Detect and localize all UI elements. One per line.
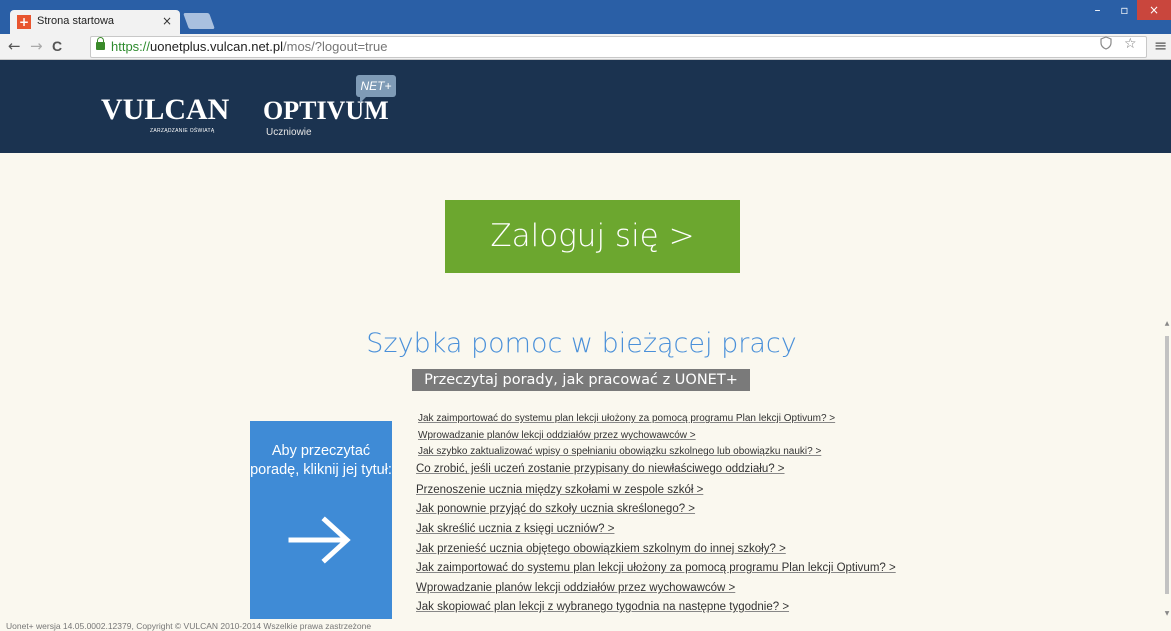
help-link[interactable]: Jak skopiować plan lekcji z wybranego ty… [416,601,789,613]
close-window-icon[interactable]: × [1137,0,1171,20]
vulcan-tagline: ZARZĄDZANIE OŚWIATĄ [150,128,215,134]
help-link[interactable]: Jak ponownie przyjąć do szkoły ucznia sk… [416,503,695,515]
help-info-text: Aby przeczytać poradę, kliknij jej tytuł… [250,443,392,478]
help-info-box: Aby przeczytać poradę, kliknij jej tytuł… [250,421,392,619]
menu-icon[interactable]: ≡ [1154,36,1167,55]
browser-titlebar: + Strona startowa × – ▫ × [0,0,1171,34]
address-bar[interactable]: https://uonetplus.vulcan.net.pl/mos/?log… [90,36,1147,58]
tab-close-icon[interactable]: × [162,14,172,28]
star-icon[interactable]: ☆ [1124,36,1137,52]
shield-icon[interactable] [1100,36,1112,54]
help-link[interactable]: Jak zaimportować do systemu plan lekcji … [418,413,835,424]
scroll-up-icon[interactable]: ▲ [1163,320,1171,327]
help-link[interactable]: Wprowadzanie planów lekcji oddziałów prz… [418,430,696,441]
help-link[interactable]: Wprowadzanie planów lekcji oddziałów prz… [416,582,735,594]
new-tab-button[interactable] [183,13,215,29]
vulcan-logo[interactable]: VULCAN [101,93,229,127]
url-text: https://uonetplus.vulcan.net.pl/mos/?log… [111,39,387,54]
back-arrow-icon[interactable]: ← [8,37,21,55]
url-path: /mos/?logout=true [283,39,388,54]
vulcan-favicon-icon: + [17,15,31,29]
url-host: uonetplus.vulcan.net.pl [150,39,284,54]
maximize-icon[interactable]: ▫ [1112,0,1137,20]
help-link[interactable]: Jak przenieść ucznia objętego obowiązkie… [416,543,786,555]
url-scheme: https:// [111,39,151,54]
help-link[interactable]: Co zrobić, jeśli uczeń zostanie przypisa… [416,463,785,475]
help-link[interactable]: Jak szybko zaktualizować wpisy o spełnia… [418,446,821,457]
login-button[interactable]: Zaloguj się > [445,200,740,273]
lock-icon [96,37,105,50]
help-tagline: Przeczytaj porady, jak pracować z UONET+ [412,369,750,391]
net-plus-badge: NET+ [356,75,396,103]
minimize-icon[interactable]: – [1085,0,1110,20]
forward-arrow-icon[interactable]: → [30,37,43,55]
tab-title: Strona startowa [37,15,115,27]
browser-tab[interactable]: + Strona startowa × [10,10,180,34]
reload-icon[interactable]: C [52,37,62,55]
help-link[interactable]: Jak skreślić ucznia z księgi uczniów? > [416,523,614,535]
help-heading: Szybka pomoc w bieżącej pracy [366,328,797,359]
help-link[interactable]: Przenoszenie ucznia między szkołami w ze… [416,484,703,496]
scroll-thumb[interactable] [1165,336,1169,594]
page-scrollbar[interactable]: ▲ ▼ [1163,320,1171,625]
optivum-logo[interactable]: OPTIVUM [263,96,389,126]
optivum-subtitle: Uczniowie [266,127,312,138]
arrow-right-icon [288,516,351,564]
browser-toolbar: ← → C https://uonetplus.vulcan.net.pl/mo… [0,34,1171,60]
scroll-down-icon[interactable]: ▼ [1163,610,1171,617]
site-header: VULCAN ZARZĄDZANIE OŚWIATĄ OPTIVUM Uczni… [0,60,1171,153]
help-link[interactable]: Jak zaimportować do systemu plan lekcji … [416,562,896,574]
